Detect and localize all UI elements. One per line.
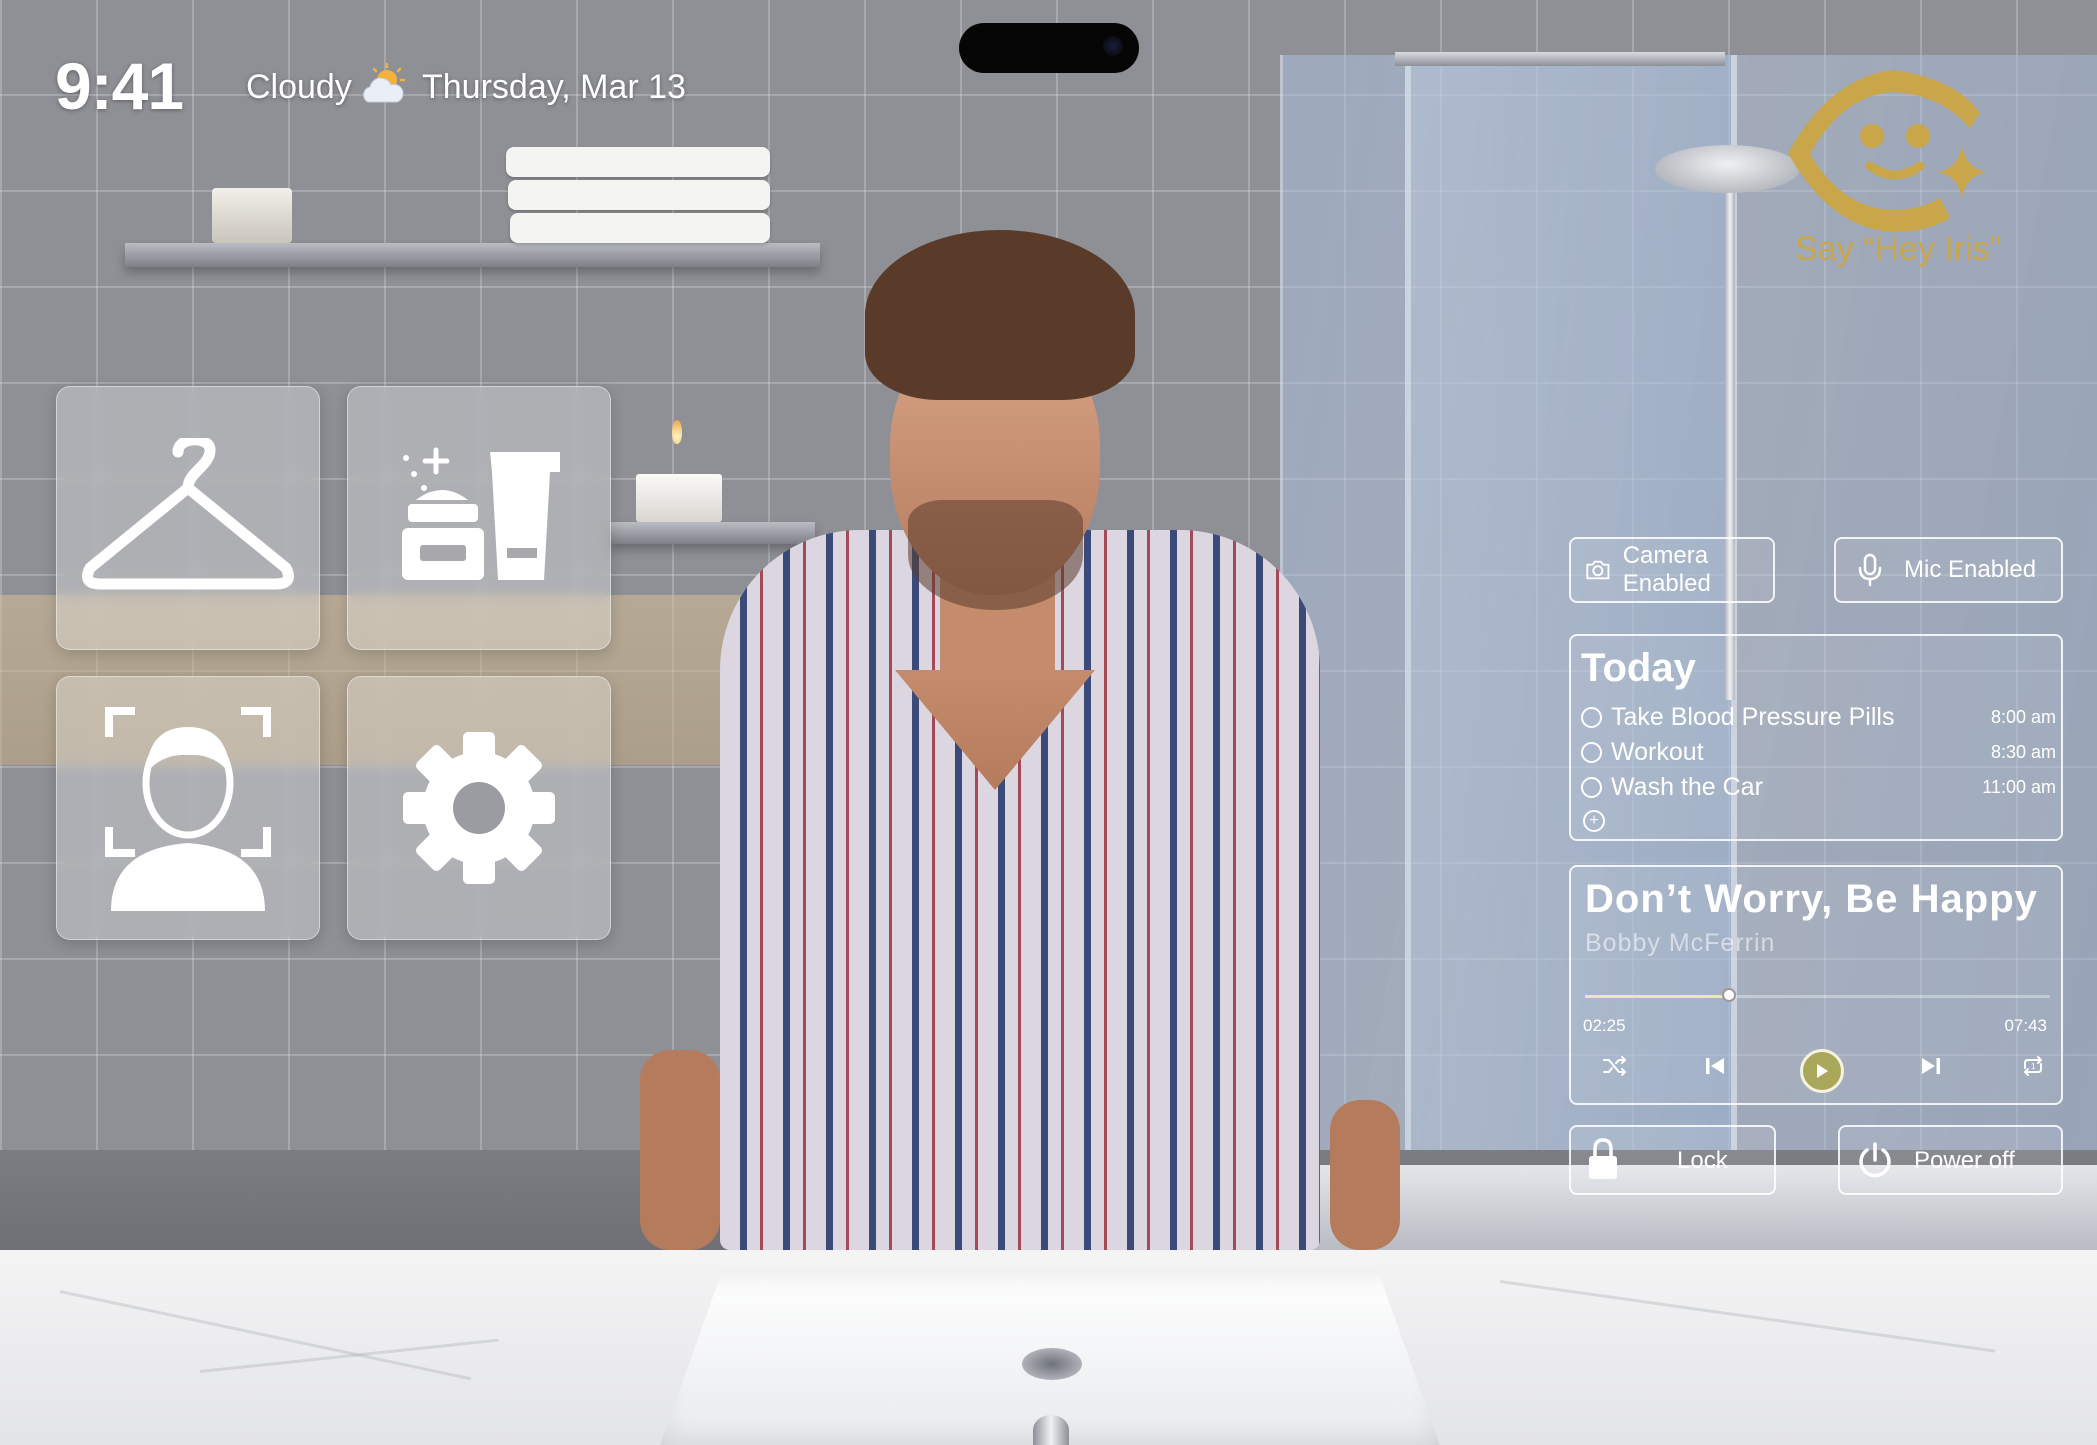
previous-track-icon[interactable] xyxy=(1700,1051,1730,1081)
mirror-reflection-person xyxy=(640,230,1400,1250)
shower-rail xyxy=(1395,52,1725,66)
shower-pipe xyxy=(1725,160,1735,700)
task-label: Workout xyxy=(1611,737,1704,766)
cosmetics-icon xyxy=(402,447,560,580)
svg-text:1: 1 xyxy=(2031,1062,2036,1071)
front-camera-lens xyxy=(1103,36,1123,56)
person-arm xyxy=(1330,1100,1400,1250)
task-checkbox[interactable] xyxy=(1581,741,1602,763)
progress-fill xyxy=(1585,995,1730,998)
microphone-icon xyxy=(1858,553,1882,587)
progress-bar[interactable] xyxy=(1585,988,2050,1002)
lock-button[interactable]: Lock xyxy=(1569,1125,1776,1195)
power-off-label: Power off xyxy=(1914,1147,2015,1174)
weather-label: Cloudy xyxy=(246,68,352,106)
towel xyxy=(506,147,770,177)
task-label: Wash the Car xyxy=(1611,772,1763,801)
partly-cloudy-icon xyxy=(363,62,406,103)
lock-label: Lock xyxy=(1677,1147,1728,1174)
today-title: Today xyxy=(1581,646,1696,690)
marble-vein xyxy=(1499,1280,1996,1353)
camera-toggle-label: Camera Enabled xyxy=(1622,542,1711,597)
gear-icon xyxy=(403,732,555,884)
person-beard xyxy=(908,500,1083,610)
task-item[interactable]: Take Blood Pressure Pills 8:00 am xyxy=(1581,701,2056,733)
faucet xyxy=(1033,1415,1069,1445)
shower-head xyxy=(1655,145,1800,193)
music-player: Don’t Worry, Be Happy Bobby McFerrin 02:… xyxy=(1569,865,2063,1105)
song-title: Don’t Worry, Be Happy xyxy=(1585,877,2038,921)
marble-vein xyxy=(199,1338,499,1373)
clothes-hanger-icon xyxy=(82,438,294,590)
marble-vein xyxy=(59,1290,472,1381)
task-item[interactable]: Workout 8:30 am xyxy=(1581,736,2056,768)
task-checkbox[interactable] xyxy=(1581,776,1602,798)
sink-drain xyxy=(1022,1348,1082,1380)
face-scan-tile[interactable] xyxy=(56,676,320,940)
task-item[interactable]: Wash the Car 11:00 am xyxy=(1581,771,2056,803)
today-panel: Today Take Blood Pressure Pills 8:00 am … xyxy=(1569,634,2063,841)
play-icon[interactable] xyxy=(1800,1049,1844,1093)
power-off-button[interactable]: Power off xyxy=(1838,1125,2063,1195)
date-label: Thursday, Mar 13 xyxy=(422,68,686,106)
task-time: 11:00 am xyxy=(1982,776,2056,797)
skincare-tile[interactable] xyxy=(347,386,611,650)
task-time: 8:00 am xyxy=(1990,706,2056,727)
face-scan-icon xyxy=(105,707,271,911)
mic-toggle-label: Mic Enabled xyxy=(1904,556,2037,583)
total-time: 07:43 xyxy=(2004,1016,2047,1035)
iris-logo-icon xyxy=(1788,70,1986,233)
elapsed-time: 02:25 xyxy=(1583,1016,1626,1035)
towel xyxy=(508,180,770,210)
settings-tile[interactable] xyxy=(347,676,611,940)
add-circle-icon[interactable]: + xyxy=(1583,810,1605,832)
task-checkbox[interactable] xyxy=(1581,706,1602,728)
clock-time: 9:41 xyxy=(55,49,184,123)
next-track-icon[interactable] xyxy=(1916,1051,1946,1081)
task-label: Take Blood Pressure Pills xyxy=(1611,702,1895,731)
song-artist: Bobby McFerrin xyxy=(1585,929,1776,957)
shuffle-icon[interactable] xyxy=(1600,1051,1630,1081)
wardrobe-tile[interactable] xyxy=(56,386,320,650)
wake-word-prompt: Say “Hey Iris” xyxy=(1795,230,2001,268)
task-time: 8:30 am xyxy=(1990,741,2056,762)
lock-icon xyxy=(1589,1138,1617,1179)
person-hair xyxy=(865,230,1135,400)
progress-knob[interactable] xyxy=(1722,988,1737,1002)
camera-icon xyxy=(1586,560,1610,580)
repeat-icon[interactable]: 1 xyxy=(2018,1051,2048,1081)
camera-toggle-button[interactable]: Camera Enabled xyxy=(1569,537,1775,603)
mic-toggle-button[interactable]: Mic Enabled xyxy=(1834,537,2063,603)
person-arm xyxy=(640,1050,720,1250)
cream-jar xyxy=(212,188,292,243)
power-icon xyxy=(1859,1142,1891,1178)
